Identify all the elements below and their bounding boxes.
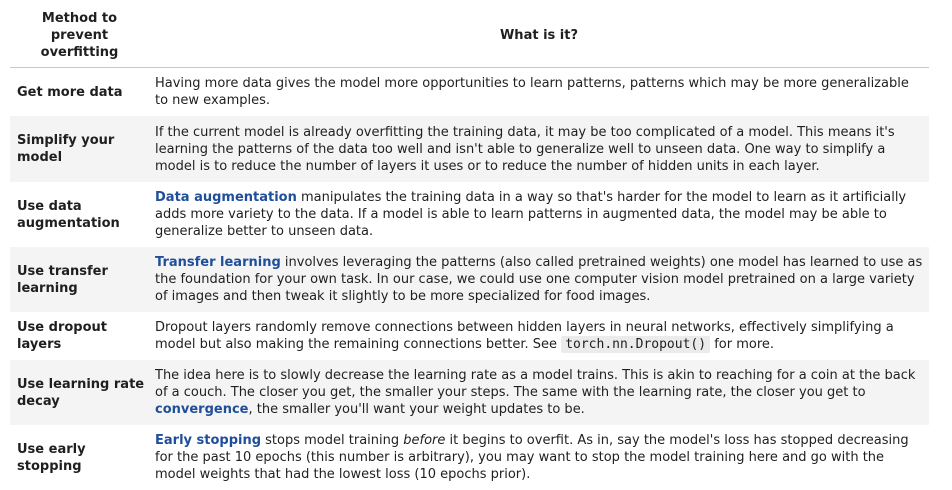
emphasis-text: before (403, 433, 446, 448)
header-method: Method to prevent overfitting (10, 6, 149, 68)
data-augmentation-link[interactable]: Data augmentation (155, 190, 297, 205)
table-row: Get more data Having more data gives the… (10, 67, 929, 116)
transfer-learning-link[interactable]: Transfer learning (155, 255, 281, 270)
overfitting-methods-table-container: Method to prevent overfitting What is it… (10, 6, 929, 490)
method-description: If the current model is already overfitt… (149, 116, 929, 182)
method-description: Data augmentation manipulates the traini… (149, 182, 929, 247)
table-row: Use dropout layers Dropout layers random… (10, 312, 929, 360)
table-row: Simplify your model If the current model… (10, 116, 929, 182)
method-name: Get more data (10, 67, 149, 116)
method-description: Transfer learning involves leveraging th… (149, 247, 929, 312)
description-text: Dropout layers randomly remove connectio… (155, 320, 894, 352)
table-row: Use early stopping Early stopping stops … (10, 425, 929, 490)
method-description: Early stopping stops model training befo… (149, 425, 929, 490)
table-header-row: Method to prevent overfitting What is it… (10, 6, 929, 68)
method-description: The idea here is to slowly decrease the … (149, 360, 929, 425)
method-name: Use early stopping (10, 425, 149, 490)
early-stopping-link[interactable]: Early stopping (155, 433, 261, 448)
convergence-link[interactable]: convergence (155, 402, 249, 417)
description-text: The idea here is to slowly decrease the … (155, 368, 916, 400)
table-row: Use data augmentation Data augmentation … (10, 182, 929, 247)
table-row: Use learning rate decay The idea here is… (10, 360, 929, 425)
method-name: Use dropout layers (10, 312, 149, 360)
table-row: Use transfer learning Transfer learning … (10, 247, 929, 312)
method-name: Simplify your model (10, 116, 149, 182)
description-text: , the smaller you'll want your weight up… (248, 402, 585, 417)
description-text: for more. (710, 337, 775, 352)
description-text: stops model training (261, 433, 404, 448)
method-name: Use learning rate decay (10, 360, 149, 425)
overfitting-methods-table: Method to prevent overfitting What is it… (10, 6, 929, 490)
method-name: Use transfer learning (10, 247, 149, 312)
method-description: Having more data gives the model more op… (149, 67, 929, 116)
method-name: Use data augmentation (10, 182, 149, 247)
code-snippet: torch.nn.Dropout() (561, 336, 711, 353)
header-what-is-it: What is it? (149, 6, 929, 68)
method-description: Dropout layers randomly remove connectio… (149, 312, 929, 360)
